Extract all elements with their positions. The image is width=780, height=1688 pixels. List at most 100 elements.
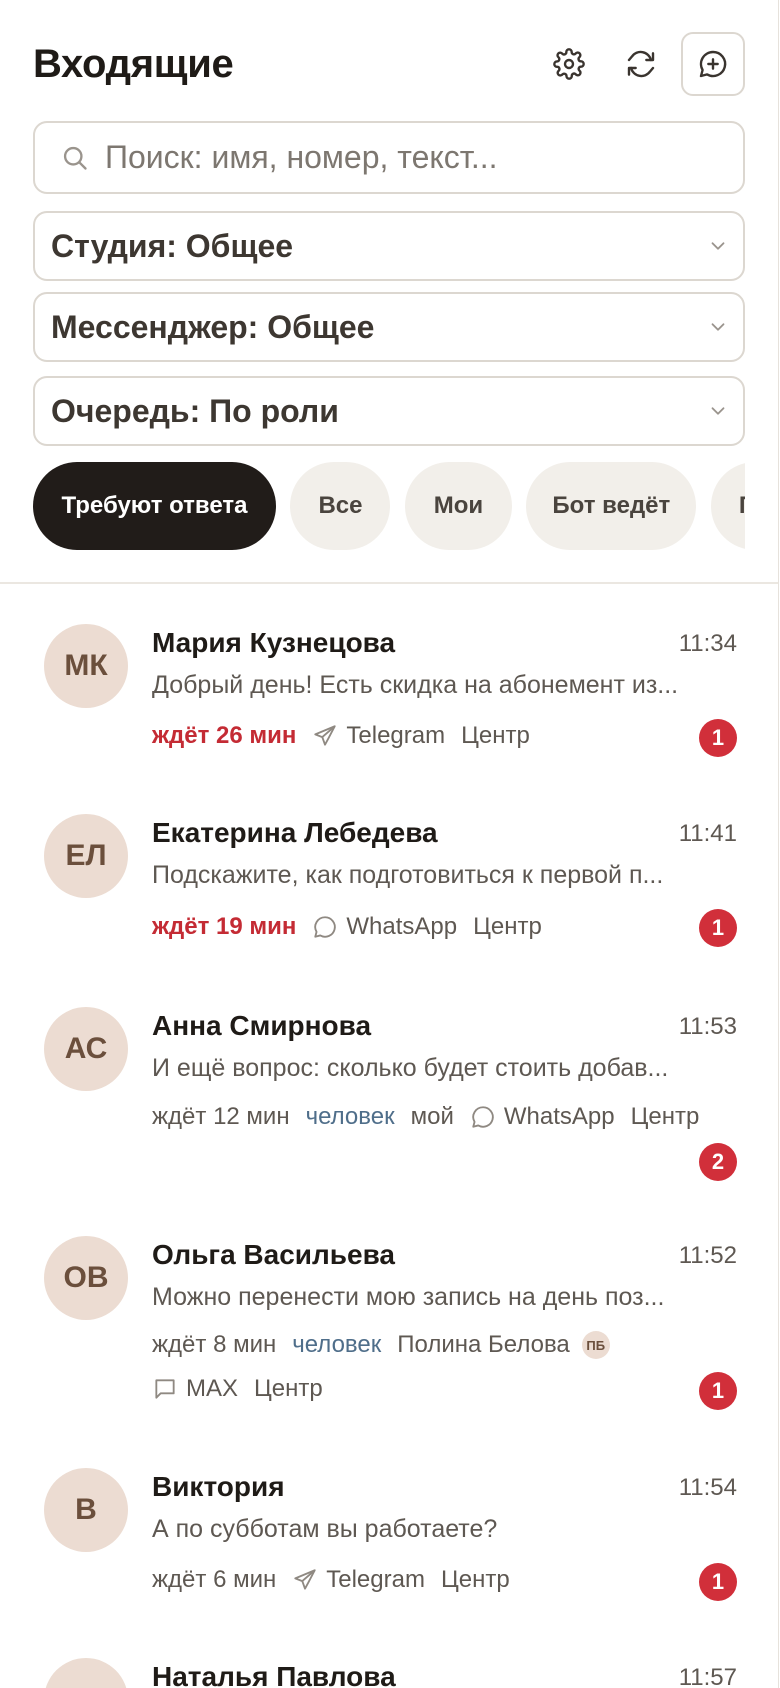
handler-tag: человек xyxy=(292,1331,382,1358)
new-chat-icon xyxy=(699,50,727,78)
refresh-button[interactable] xyxy=(609,32,673,96)
unread-badge: 1 xyxy=(699,1563,737,1601)
unread-badge: 1 xyxy=(699,719,737,757)
conversation-meta: ждёт 12 мин человек мой WhatsApp Центр xyxy=(152,1103,715,1131)
tab-label: Все xyxy=(318,492,363,519)
channel: WhatsApp xyxy=(470,1103,615,1131)
message-preview: А по субботам вы работаете? xyxy=(152,1515,498,1543)
avatar: ОВ xyxy=(44,1236,128,1320)
avatar: МК xyxy=(44,624,128,708)
filter-tabs: Требуют ответа Все Мои Бот ведёт Г xyxy=(33,462,745,550)
conversation-meta: ждёт 19 мин WhatsApp Центр xyxy=(152,913,558,941)
avatar: ЕЛ xyxy=(44,814,128,898)
location-tag: Центр xyxy=(461,722,530,749)
conversation-item[interactable]: НП Наталья Павлова 11:57 xyxy=(0,1617,778,1688)
contact-name: Виктория xyxy=(152,1471,285,1502)
contact-name: Наталья Павлова xyxy=(152,1661,396,1688)
max-chat-icon xyxy=(155,1379,175,1399)
assignee-tag: мой xyxy=(410,1103,454,1130)
messenger-select-label: Мессенджер: Общее xyxy=(51,308,375,345)
contact-name: Анна Смирнова xyxy=(152,1010,372,1041)
conversation-item[interactable]: В Виктория 11:54 А по субботам вы работа… xyxy=(0,1427,778,1617)
whatsapp-icon xyxy=(472,1106,494,1128)
tab-label: Бот ведёт xyxy=(552,492,671,519)
assignee-tag: Полина Белова xyxy=(397,1331,570,1358)
chevron-down-icon xyxy=(711,407,725,415)
wait-time: ждёт 12 мин xyxy=(152,1103,290,1130)
tab-label: Г xyxy=(739,492,745,520)
refresh-icon xyxy=(627,50,655,78)
channel-name: MAX xyxy=(186,1375,239,1402)
avatar: АС xyxy=(44,1007,128,1091)
queue-select[interactable]: Очередь: По роли xyxy=(33,376,745,446)
tab-label: Мои xyxy=(433,492,484,519)
location-tag: Центр xyxy=(440,1566,510,1593)
telegram-icon xyxy=(314,725,337,746)
page-title: Входящие xyxy=(33,41,234,86)
settings-icon xyxy=(553,48,585,80)
handler-tag: человек xyxy=(305,1103,395,1130)
wait-time: ждёт 19 мин xyxy=(152,913,297,940)
messenger-select[interactable]: Мессенджер: Общее xyxy=(33,292,745,362)
queue-select-label: Очередь: По роли xyxy=(51,392,339,429)
wait-time: ждёт 6 мин xyxy=(152,1566,277,1593)
conversation-meta: ждёт 8 мин человек Полина Белова ПБ xyxy=(152,1331,626,1359)
settings-button[interactable] xyxy=(537,32,601,96)
unread-badge: 2 xyxy=(699,1143,737,1181)
channel-name: WhatsApp xyxy=(346,913,458,940)
message-time: 11:34 xyxy=(678,630,737,657)
inbox-panel: Входящие Поиск: имя, номер, текст... Сту… xyxy=(0,0,779,1688)
tab-bot-handles[interactable]: Бот ведёт xyxy=(526,462,697,550)
search-input[interactable] xyxy=(105,139,705,176)
search-icon xyxy=(63,146,87,170)
location-tag: Центр xyxy=(254,1375,323,1402)
divider xyxy=(0,582,778,584)
tab-mine[interactable]: Мои xyxy=(404,462,512,550)
channel-name: WhatsApp xyxy=(503,1103,615,1130)
channel: WhatsApp xyxy=(312,913,457,941)
location-tag: Центр xyxy=(630,1103,700,1130)
wait-time: ждёт 26 мин xyxy=(152,722,297,749)
channel: Telegram xyxy=(292,1566,425,1594)
channel-name: Telegram xyxy=(346,722,446,749)
chevron-down-icon xyxy=(711,323,725,331)
avatar: НП xyxy=(44,1658,128,1688)
inbox-header: Входящие xyxy=(33,32,745,96)
header-actions xyxy=(537,32,745,96)
new-chat-button[interactable] xyxy=(681,32,745,96)
location-tag: Центр xyxy=(473,913,542,940)
message-time: 11:54 xyxy=(678,1474,737,1501)
studio-select[interactable]: Студия: Общее xyxy=(33,211,745,281)
wait-time: ждёт 8 мин xyxy=(152,1331,277,1358)
contact-name: Мария Кузнецова xyxy=(152,627,396,658)
unread-badge: 1 xyxy=(699,1372,737,1410)
tab-needs-reply[interactable]: Требуют ответа xyxy=(33,462,276,550)
message-preview: Можно перенести мою запись на день поз..… xyxy=(152,1283,665,1311)
conversation-item[interactable]: ОВ Ольга Васильева 11:52 Можно перенести… xyxy=(0,1195,778,1427)
conversation-item[interactable]: ЕЛ Екатерина Лебедева 11:41 Подскажите, … xyxy=(0,775,778,965)
telegram-icon xyxy=(294,1569,316,1590)
chevron-down-icon xyxy=(711,242,725,250)
message-preview: Подскажите, как подготовиться к первой п… xyxy=(152,861,664,889)
tab-label: Требуют ответа xyxy=(61,492,248,519)
message-preview: Добрый день! Есть скидка на абонемент из… xyxy=(152,671,679,699)
whatsapp-icon xyxy=(314,916,337,938)
assignee-avatar: ПБ xyxy=(581,1331,610,1359)
conversation-item[interactable]: МК Мария Кузнецова 11:34 Добрый день! Ес… xyxy=(0,585,778,775)
avatar: В xyxy=(44,1468,128,1552)
channel: MAX xyxy=(152,1375,238,1403)
message-time: 11:52 xyxy=(678,1242,737,1269)
search-box xyxy=(33,121,745,194)
conversation-meta-second-line: MAX Центр xyxy=(152,1375,339,1403)
channel: Telegram xyxy=(312,722,445,750)
conversation-meta: ждёт 6 мин Telegram Центр xyxy=(152,1566,526,1594)
conversation-item[interactable]: АС Анна Смирнова 11:53 И ещё вопрос: ско… xyxy=(0,965,778,1195)
tab-more[interactable]: Г xyxy=(710,462,745,550)
tab-all[interactable]: Все xyxy=(290,462,391,550)
conversation-meta: ждёт 26 мин Telegram Центр xyxy=(152,722,546,750)
studio-select-label: Студия: Общее xyxy=(51,227,294,264)
message-time: 11:53 xyxy=(678,1013,737,1040)
message-preview: И ещё вопрос: сколько будет стоить добав… xyxy=(152,1054,669,1082)
channel-name: Telegram xyxy=(326,1566,425,1593)
contact-name: Екатерина Лебедева xyxy=(152,817,438,848)
